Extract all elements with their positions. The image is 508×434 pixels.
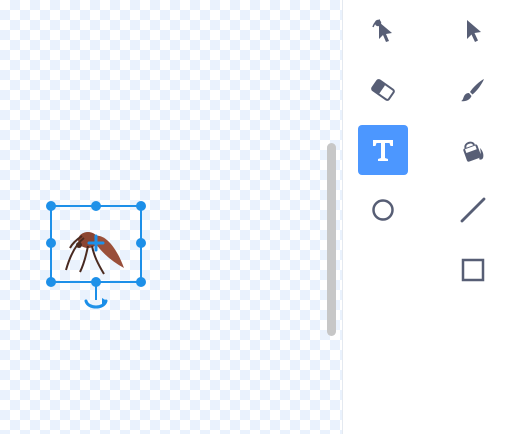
panel-divider: [342, 0, 343, 434]
selection-box[interactable]: [0, 0, 342, 434]
reshape-tool-button[interactable]: [358, 6, 408, 56]
eraser-tool-button[interactable]: [358, 65, 408, 115]
vertical-scrollbar[interactable]: [327, 143, 336, 336]
resize-handle-top-left: [46, 201, 56, 211]
select-tool-button[interactable]: [448, 6, 498, 56]
rectangle-tool-button[interactable]: [448, 245, 498, 295]
resize-handle-top: [91, 201, 101, 211]
paint-canvas[interactable]: [0, 0, 342, 434]
rectangle-icon: [461, 258, 485, 282]
line-icon: [460, 197, 486, 223]
line-tool-button[interactable]: [448, 185, 498, 235]
select-arrow-icon: [467, 20, 481, 42]
rotate-handle-icon[interactable]: [84, 282, 108, 309]
resize-handle-top-right: [136, 201, 146, 211]
resize-handle-bottom-right: [136, 277, 146, 287]
fill-tool-button[interactable]: [448, 125, 498, 175]
text-icon: [373, 140, 393, 161]
text-tool-button[interactable]: [358, 125, 408, 175]
reshape-icon: [372, 19, 392, 42]
resize-handle-bottom-left: [46, 277, 56, 287]
resize-handle-right: [136, 238, 146, 248]
circle-tool-button[interactable]: [358, 185, 408, 235]
circle-icon: [372, 199, 394, 221]
paint-editor: [0, 0, 508, 434]
fill-bucket-icon: [463, 141, 484, 162]
brush-icon: [461, 79, 484, 102]
resize-handle-left: [46, 238, 56, 248]
brush-tool-button[interactable]: [448, 65, 498, 115]
eraser-icon: [371, 79, 395, 101]
